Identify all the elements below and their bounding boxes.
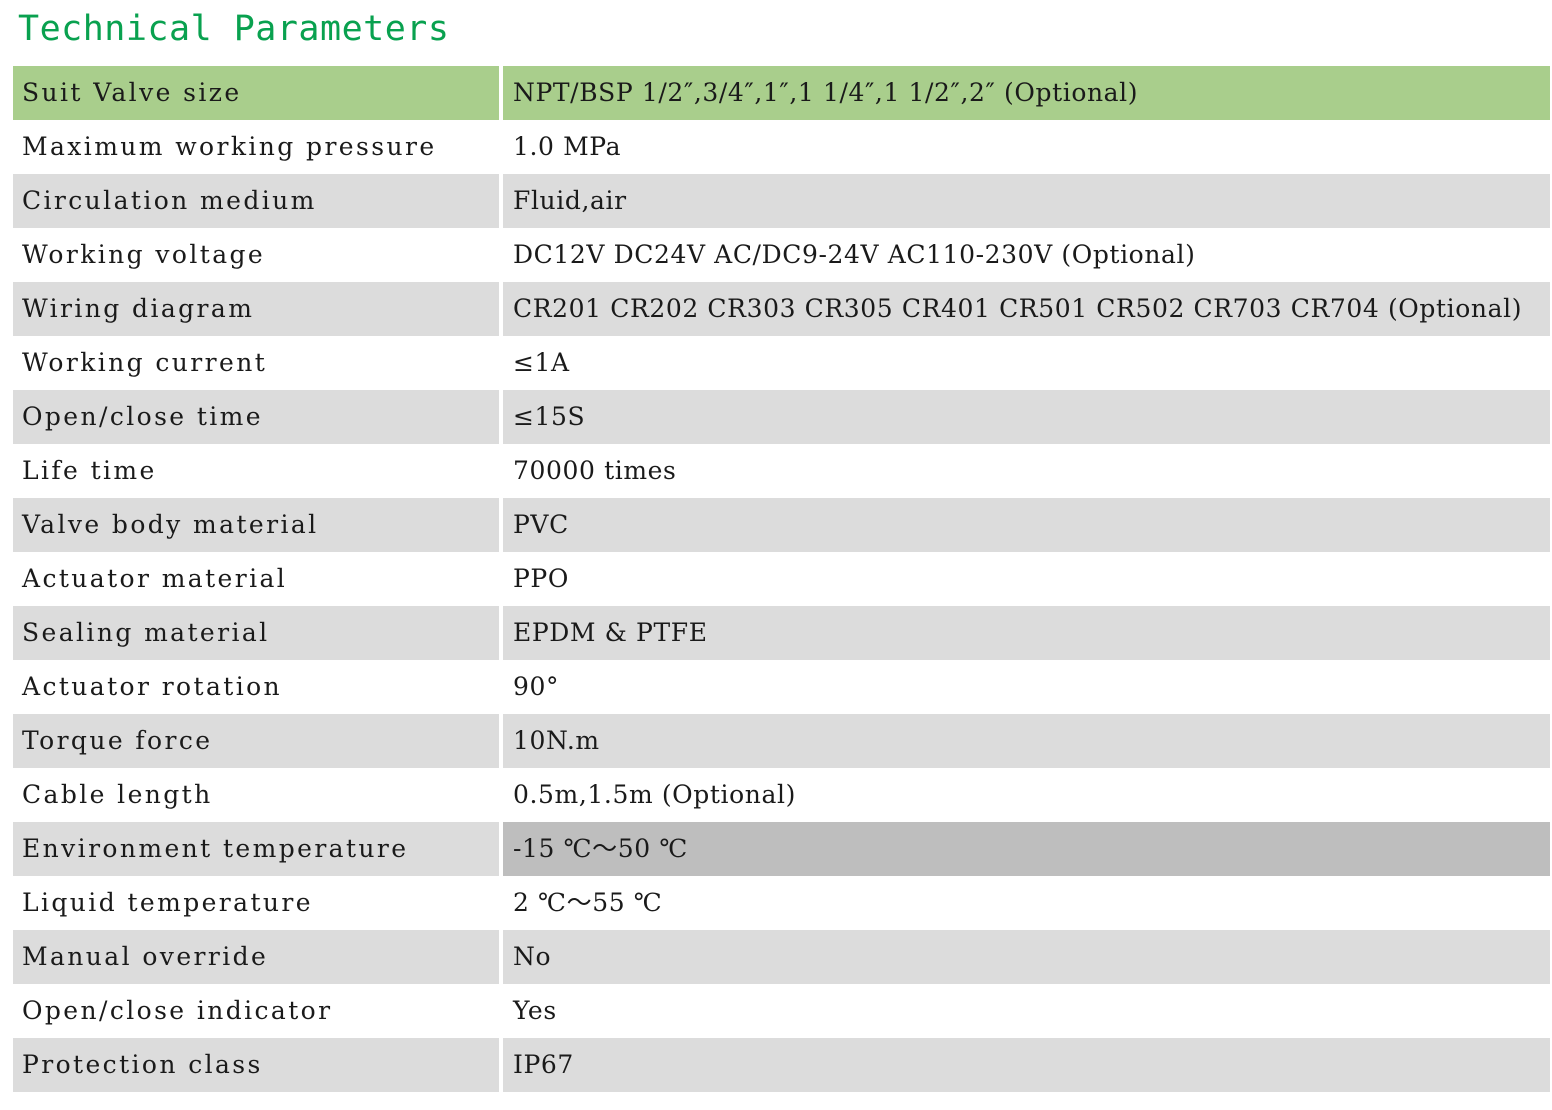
parameter-value: CR201 CR202 CR303 CR305 CR401 CR501 CR50… (501, 282, 1550, 336)
parameter-label: Liquid temperature (13, 876, 501, 930)
parameter-value: -15 ℃～50 ℃ (501, 822, 1550, 876)
parameter-label: Torque force (13, 714, 501, 768)
parameter-label: Actuator rotation (13, 660, 501, 714)
parameter-label: Working voltage (13, 228, 501, 282)
table-row: Sealing materialEPDM & PTFE (13, 606, 1550, 660)
parameter-label: Actuator material (13, 552, 501, 606)
table-row: Working voltageDC12V DC24V AC/DC9-24V AC… (13, 228, 1550, 282)
parameter-value: 0.5m,1.5m (Optional) (501, 768, 1550, 822)
parameter-label: Manual override (13, 930, 501, 984)
page-title: Technical Parameters (18, 4, 449, 54)
parameter-label: Circulation medium (13, 174, 501, 228)
table-row: Wiring diagramCR201 CR202 CR303 CR305 CR… (13, 282, 1550, 336)
parameter-label: Maximum working pressure (13, 120, 501, 174)
parameter-label: Life time (13, 444, 501, 498)
technical-parameters-page: Technical Parameters Suit Valve sizeNPT/… (0, 0, 1552, 1110)
table-row: Liquid temperature2 ℃～55 ℃ (13, 876, 1550, 930)
table-row: Valve body materialPVC (13, 498, 1550, 552)
table-row: Working current≤1A (13, 336, 1550, 390)
table-row: Protection classIP67 (13, 1038, 1550, 1092)
parameter-label: Cable length (13, 768, 501, 822)
table-row: Cable length0.5m,1.5m (Optional) (13, 768, 1550, 822)
parameter-value: No (501, 930, 1550, 984)
parameter-value: 2 ℃～55 ℃ (501, 876, 1550, 930)
parameter-value: ≤1A (501, 336, 1550, 390)
parameter-value: 1.0 MPa (501, 120, 1550, 174)
parameter-value: IP67 (501, 1038, 1550, 1092)
parameter-value: PVC (501, 498, 1550, 552)
table-row: Manual overrideNo (13, 930, 1550, 984)
parameter-label: Suit Valve size (13, 66, 501, 120)
table-row: Maximum working pressure1.0 MPa (13, 120, 1550, 174)
table-row: Open/close time≤15S (13, 390, 1550, 444)
parameter-value: 70000 times (501, 444, 1550, 498)
parameter-label: Protection class (13, 1038, 501, 1092)
parameter-label: Sealing material (13, 606, 501, 660)
parameter-label: Open/close time (13, 390, 501, 444)
parameter-value: PPO (501, 552, 1550, 606)
table-row: Life time70000 times (13, 444, 1550, 498)
parameter-label: Valve body material (13, 498, 501, 552)
parameter-value: EPDM & PTFE (501, 606, 1550, 660)
parameter-value: 10N.m (501, 714, 1550, 768)
table-row: Actuator rotation90° (13, 660, 1550, 714)
table-row: Open/close indicatorYes (13, 984, 1550, 1038)
parameter-value: ≤15S (501, 390, 1550, 444)
table-body: Suit Valve sizeNPT/BSP 1/2″,3/4″,1″,1 1/… (13, 66, 1550, 1092)
parameter-label: Open/close indicator (13, 984, 501, 1038)
table-row: Actuator materialPPO (13, 552, 1550, 606)
parameter-value: DC12V DC24V AC/DC9-24V AC110-230V (Optio… (501, 228, 1550, 282)
table-row: Suit Valve sizeNPT/BSP 1/2″,3/4″,1″,1 1/… (13, 66, 1550, 120)
table-row: Circulation mediumFluid,air (13, 174, 1550, 228)
parameter-value: 90° (501, 660, 1550, 714)
parameter-label: Wiring diagram (13, 282, 501, 336)
parameter-value: Yes (501, 984, 1550, 1038)
table-row: Torque force10N.m (13, 714, 1550, 768)
parameter-label: Environment temperature (13, 822, 501, 876)
technical-parameters-table: Suit Valve sizeNPT/BSP 1/2″,3/4″,1″,1 1/… (13, 66, 1550, 1092)
parameter-label: Working current (13, 336, 501, 390)
parameter-value: Fluid,air (501, 174, 1550, 228)
table-row: Environment temperature-15 ℃～50 ℃ (13, 822, 1550, 876)
parameter-value: NPT/BSP 1/2″,3/4″,1″,1 1/4″,1 1/2″,2″ (O… (501, 66, 1550, 120)
